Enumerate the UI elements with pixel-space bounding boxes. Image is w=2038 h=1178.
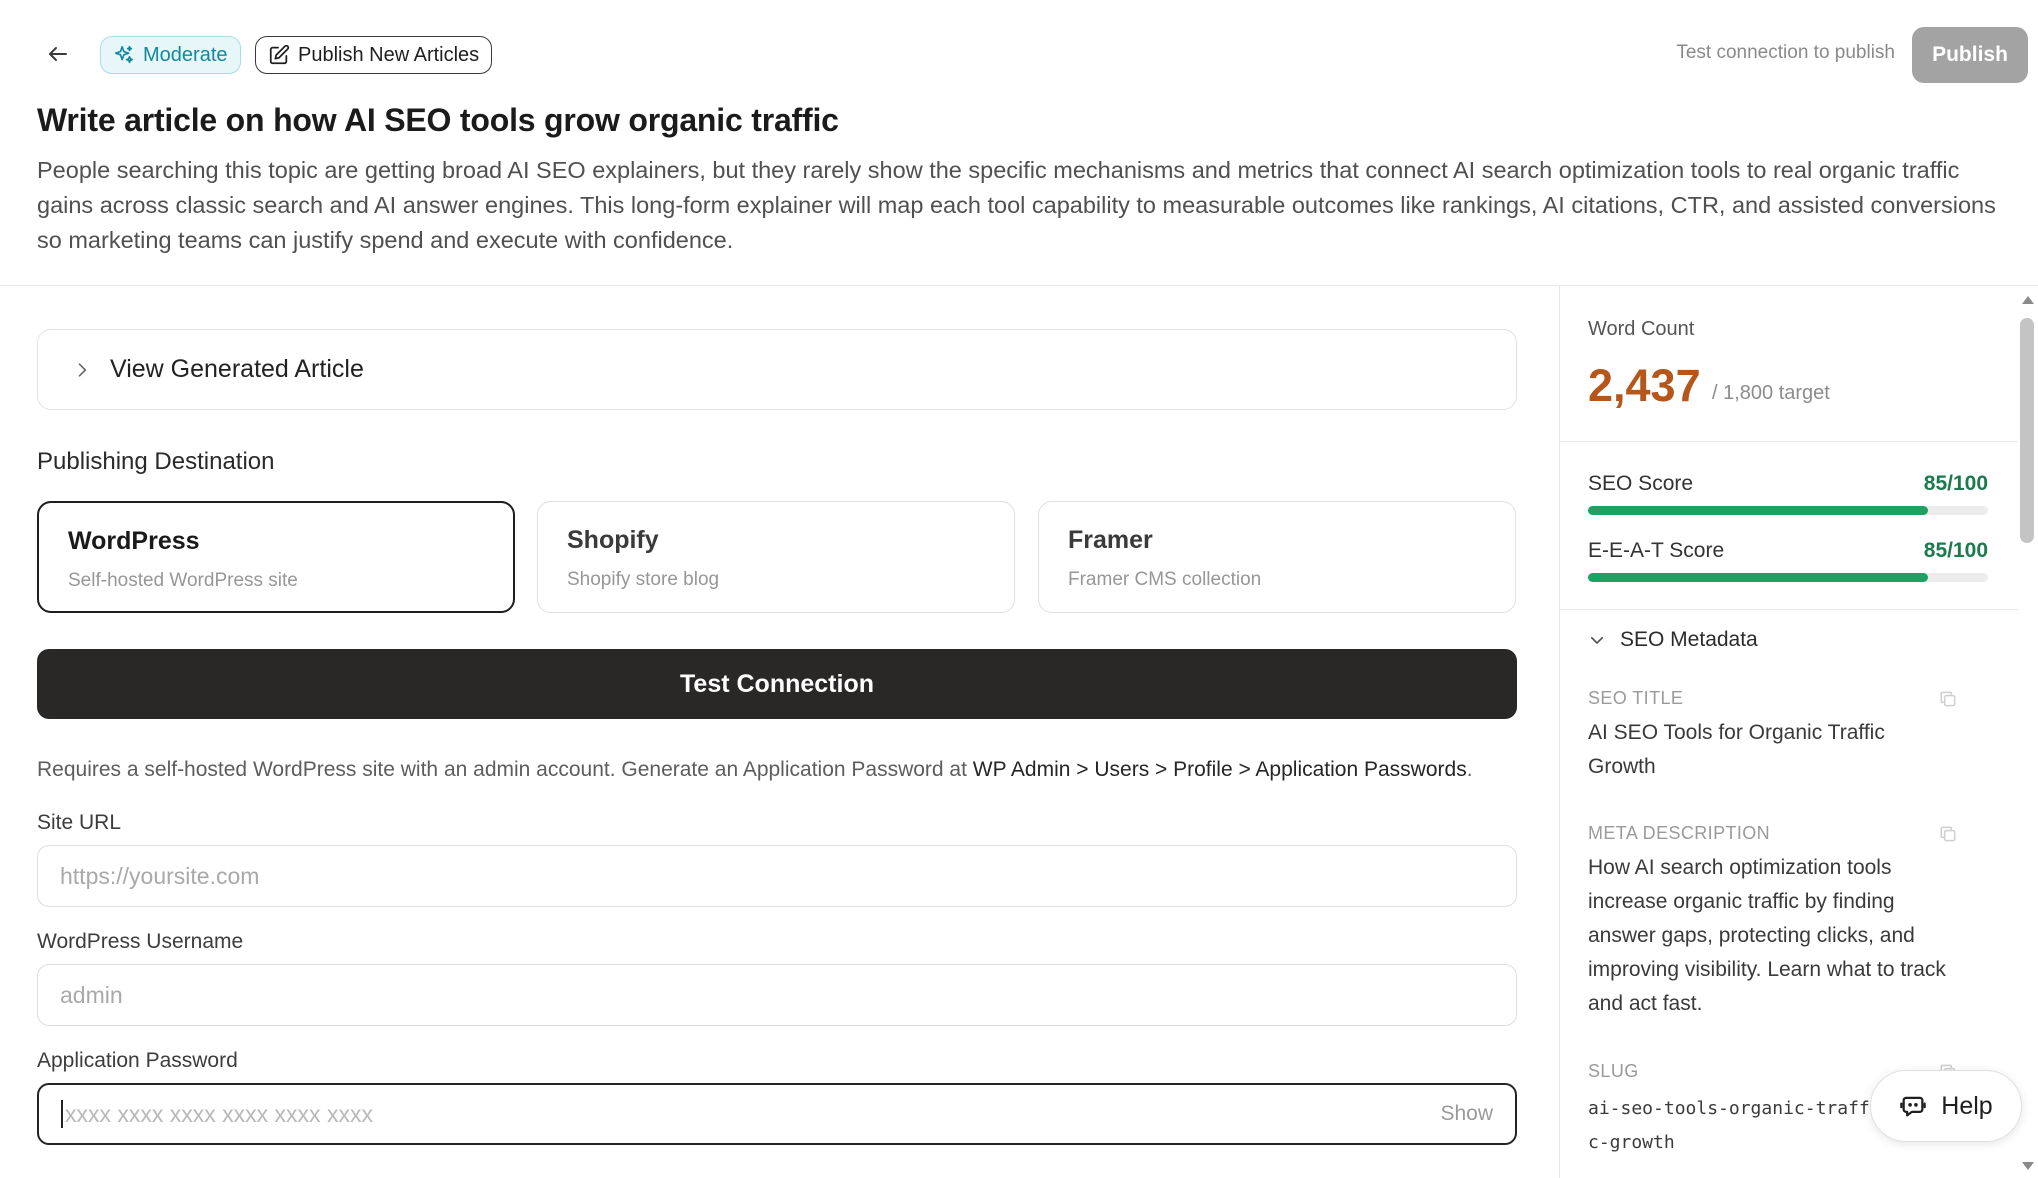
destination-description: Framer CMS collection	[1068, 569, 1262, 590]
scrollbar-thumb[interactable]	[2020, 318, 2034, 543]
copy-icon	[1940, 826, 1956, 842]
requirement-note-path: WP Admin > Users > Profile > Application…	[972, 758, 1467, 781]
meta-description-value: How AI search optimization tools increas…	[1588, 856, 1946, 1015]
show-password-toggle[interactable]: Show	[1440, 1102, 1493, 1126]
publish-button[interactable]: Publish	[1912, 27, 2028, 83]
slug-key: SLUG	[1588, 1061, 1639, 1081]
article-description: People searching this topic are getting …	[37, 157, 1996, 253]
page-title: Write article on how AI SEO tools grow o…	[37, 102, 839, 138]
site-url-input[interactable]	[60, 862, 1494, 890]
chevron-down-icon	[1590, 636, 1604, 644]
copy-seo-title-button[interactable]	[1935, 686, 1961, 712]
seo-score-bar-fill	[1588, 506, 1928, 515]
publish-new-articles-label: Publish New Articles	[298, 43, 480, 66]
scroll-down-arrow[interactable]	[2018, 1158, 2038, 1174]
triangle-down-icon	[2022, 1162, 2034, 1170]
copy-icon	[1940, 691, 1956, 707]
destination-card-shopify[interactable]: Shopify Shopify store blog	[537, 501, 1015, 613]
eeat-score-bar	[1588, 573, 1988, 582]
view-generated-article-toggle[interactable]: View Generated Article	[37, 329, 1517, 410]
destination-description: Shopify store blog	[567, 569, 720, 590]
destination-name: Framer	[1068, 526, 1153, 554]
username-field[interactable]	[37, 964, 1517, 1026]
destination-card-wordpress[interactable]: WordPress Self-hosted WordPress site	[37, 501, 515, 613]
stats-sidebar: Word Count 2,437 / 1,800 target SEO Scor…	[1560, 286, 2018, 1178]
view-generated-article-label: View Generated Article	[110, 355, 364, 383]
destination-description: Self-hosted WordPress site	[68, 570, 298, 591]
difficulty-badge: Moderate	[100, 36, 241, 74]
seo-metadata-toggle[interactable]: SEO Metadata	[1588, 628, 1758, 652]
arrow-left-icon	[49, 47, 67, 61]
sidebar-divider-2	[1560, 609, 2018, 610]
username-input[interactable]	[60, 981, 1494, 1009]
sparkles-icon	[114, 45, 134, 64]
seo-score-row: SEO Score 85/100	[1588, 472, 1988, 515]
publish-new-articles-chip[interactable]: Publish New Articles	[255, 36, 493, 74]
word-count-label: Word Count	[1588, 318, 1695, 340]
app-password-input[interactable]	[65, 1100, 1441, 1128]
text-caret	[61, 1100, 63, 1128]
destination-name: WordPress	[68, 527, 200, 555]
site-url-field[interactable]	[37, 845, 1517, 907]
scroll-up-arrow[interactable]	[2018, 292, 2038, 308]
requirement-note-end: .	[1466, 758, 1473, 781]
word-count-value: 2,437	[1588, 360, 1701, 411]
publishing-destination-heading: Publishing Destination	[37, 448, 275, 475]
seo-title-key: SEO TITLE	[1588, 688, 1684, 708]
main-panel: View Generated Article Publishing Destin…	[0, 286, 1560, 1178]
eeat-score-row: E-E-A-T Score 85/100	[1588, 539, 1988, 582]
meta-description-key: META DESCRIPTION	[1588, 823, 1771, 843]
seo-title-value: AI SEO Tools for Organic Traffic Growth	[1588, 721, 1885, 778]
help-label: Help	[1941, 1091, 1993, 1120]
sidebar-divider-1	[1560, 441, 2018, 442]
triangle-up-icon	[2022, 296, 2034, 304]
edit-square-icon	[269, 44, 290, 65]
test-connection-button[interactable]: Test Connection	[37, 649, 1517, 719]
seo-score-value: 85/100	[1923, 472, 1988, 495]
word-count-target: / 1,800 target	[1712, 382, 1830, 404]
slug-value: ai-seo-tools-organic-traffic-growth	[1588, 1098, 1881, 1153]
eeat-score-value: 85/100	[1923, 539, 1988, 562]
copy-meta-description-button[interactable]	[1935, 821, 1961, 847]
username-label: WordPress Username	[37, 930, 244, 953]
help-button[interactable]: Help	[1870, 1070, 2022, 1142]
requirement-note-text: Requires a self-hosted WordPress site wi…	[37, 758, 973, 781]
top-bar: Moderate Publish New Articles Test conne…	[0, 0, 2038, 110]
destination-name: Shopify	[567, 526, 659, 554]
eeat-score-bar-fill	[1588, 573, 1928, 582]
difficulty-badge-label: Moderate	[143, 43, 228, 66]
chevron-right-icon	[78, 362, 87, 377]
back-button[interactable]	[40, 36, 76, 72]
app-password-label: Application Password	[37, 1049, 238, 1072]
requirement-note: Requires a self-hosted WordPress site wi…	[37, 758, 1473, 782]
seo-score-bar	[1588, 506, 1988, 515]
seo-metadata-label: SEO Metadata	[1620, 628, 1758, 651]
app-password-field[interactable]: Show	[37, 1083, 1517, 1145]
site-url-label: Site URL	[37, 811, 122, 834]
chat-bot-icon	[1900, 1096, 1927, 1117]
publish-hint: Test connection to publish	[1676, 42, 1895, 63]
destination-card-framer[interactable]: Framer Framer CMS collection	[1038, 501, 1516, 613]
